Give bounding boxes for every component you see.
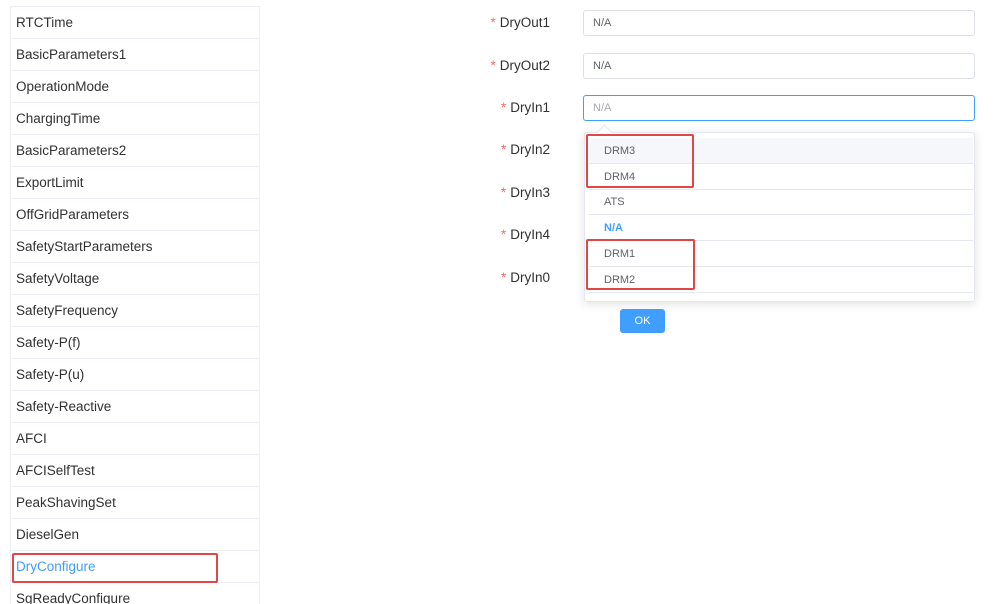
sidebar-item-dry-configure[interactable]: DryConfigure: [11, 551, 259, 583]
form-label-dry-in-3: * DryIn3: [501, 180, 550, 206]
sidebar-item-diesel-gen[interactable]: DieselGen: [11, 519, 259, 551]
sidebar-item-operation-mode[interactable]: OperationMode: [11, 71, 259, 103]
field-label: DryOut1: [499, 15, 550, 30]
form-row-dry-out-1: * DryOut1 N/A: [470, 10, 976, 36]
sidebar-item-safety-voltage[interactable]: SafetyVoltage: [11, 263, 259, 295]
option-drm4[interactable]: DRM4: [589, 164, 973, 190]
sidebar-menu: RTCTime BasicParameters1 OperationMode C…: [10, 6, 260, 604]
required-mark: *: [490, 15, 496, 30]
required-mark: *: [500, 270, 507, 285]
sidebar-item-safety-start-parameters[interactable]: SafetyStartParameters: [11, 231, 259, 263]
field-label: DryIn4: [510, 227, 550, 242]
sidebar-item-safety-frequency[interactable]: SafetyFrequency: [11, 295, 259, 327]
dry-out-2-select[interactable]: N/A: [583, 53, 975, 79]
field-label: DryIn1: [510, 100, 550, 115]
sidebar-item-sg-ready-configure[interactable]: SgReadyConfigure: [11, 583, 259, 604]
required-mark: *: [500, 227, 507, 242]
sidebar-item-safety-reactive[interactable]: Safety-Reactive: [11, 391, 259, 423]
required-mark: *: [500, 185, 507, 200]
option-na[interactable]: N/A: [589, 215, 973, 241]
form-label-dry-out-1: * DryOut1: [490, 10, 550, 36]
sidebar-item-basic-parameters-1[interactable]: BasicParameters1: [11, 39, 259, 71]
form-label-dry-in-4: * DryIn4: [501, 222, 550, 248]
field-label: DryOut2: [499, 58, 550, 73]
dry-in-1-dropdown: DRM3 DRM4 ATS N/A DRM1 DRM2: [584, 124, 975, 302]
dry-out-1-select[interactable]: N/A: [583, 10, 975, 36]
sidebar-item-off-grid-parameters[interactable]: OffGridParameters: [11, 199, 259, 231]
required-mark: *: [500, 100, 507, 115]
form-label-dry-in-0: * DryIn0: [501, 265, 550, 291]
field-label: DryIn2: [510, 142, 550, 157]
form-label-dry-in-2: * DryIn2: [501, 137, 550, 163]
field-label: DryIn3: [510, 185, 550, 200]
dry-in-1-select[interactable]: N/A: [583, 95, 975, 121]
option-drm1[interactable]: DRM1: [589, 241, 973, 267]
sidebar-item-charging-time[interactable]: ChargingTime: [11, 103, 259, 135]
sidebar-item-safety-p-u[interactable]: Safety-P(u): [11, 359, 259, 391]
required-mark: *: [500, 142, 507, 157]
option-ats[interactable]: ATS: [589, 189, 973, 215]
page: RTCTime BasicParameters1 OperationMode C…: [0, 0, 1001, 604]
option-drm3[interactable]: DRM3: [589, 138, 973, 164]
ok-button[interactable]: OK: [620, 309, 665, 333]
sidebar-item-safety-p-f[interactable]: Safety-P(f): [11, 327, 259, 359]
form-row-dry-in-1: * DryIn1 N/A: [470, 95, 976, 121]
sidebar-item-export-limit[interactable]: ExportLimit: [11, 167, 259, 199]
option-drm2[interactable]: DRM2: [589, 267, 973, 293]
sidebar-item-rtc-time[interactable]: RTCTime: [11, 7, 259, 39]
sidebar-item-peak-shaving-set[interactable]: PeakShavingSet: [11, 487, 259, 519]
sidebar-item-basic-parameters-2[interactable]: BasicParameters2: [11, 135, 259, 167]
required-mark: *: [490, 58, 496, 73]
form-label-dry-in-1: * DryIn1: [501, 95, 550, 121]
form-label-dry-out-2: * DryOut2: [490, 53, 550, 79]
form-row-dry-out-2: * DryOut2 N/A: [470, 53, 976, 79]
field-label: DryIn0: [510, 270, 550, 285]
sidebar-item-afci-self-test[interactable]: AFCISelfTest: [11, 455, 259, 487]
sidebar-item-afci[interactable]: AFCI: [11, 423, 259, 455]
